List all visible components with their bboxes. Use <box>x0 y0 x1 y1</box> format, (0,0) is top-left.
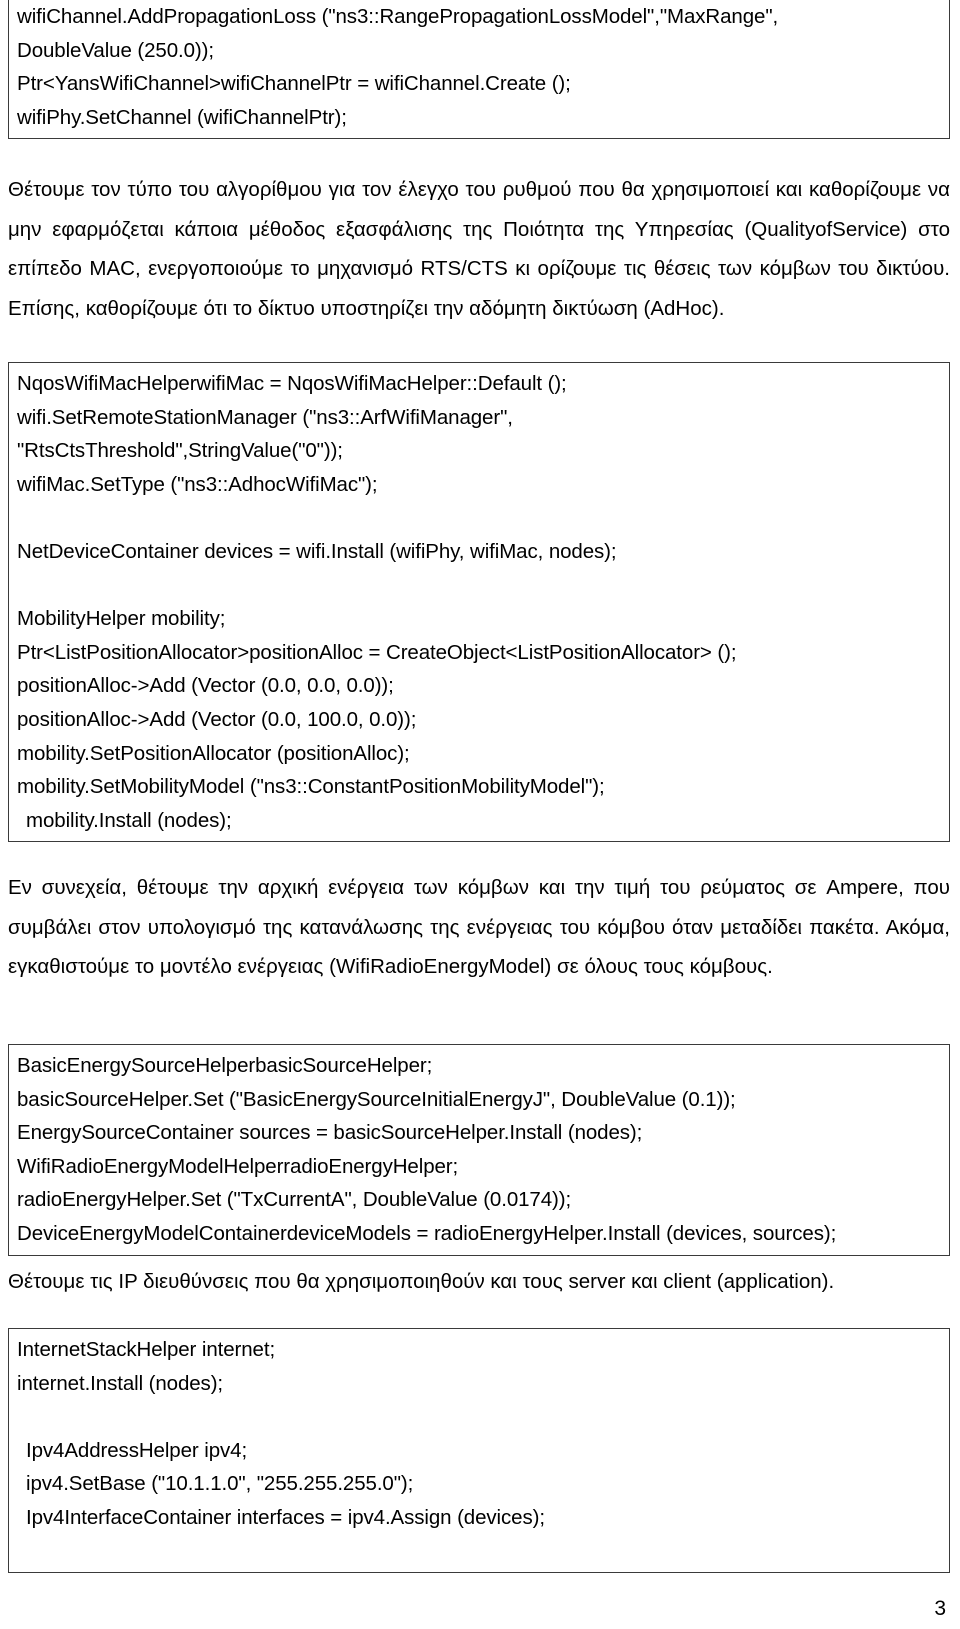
code-line: mobility.SetMobilityModel ("ns3::Constan… <box>17 775 605 799</box>
code-line: basicSourceHelper.Set ("BasicEnergySourc… <box>17 1087 736 1111</box>
code-line: ipv4.SetBase ("10.1.1.0", "255.255.255.0… <box>26 1472 414 1496</box>
code-line: WifiRadioEnergyModelHelperradioEnergyHel… <box>17 1154 459 1178</box>
code-line: wifi.SetRemoteStationManager ("ns3::ArfW… <box>17 405 513 429</box>
code-line: positionAlloc->Add (Vector (0.0, 100.0, … <box>17 707 417 731</box>
code-line: Ptr<ListPositionAllocator>positionAlloc … <box>17 640 737 664</box>
code-line: NetDeviceContainer devices = wifi.Instal… <box>17 539 617 563</box>
code-line: internet.Install (nodes); <box>17 1371 224 1395</box>
code-line: wifiChannel.AddPropagationLoss ("ns3::Ra… <box>17 5 779 28</box>
code-line: Ipv4InterfaceContainer interfaces = ipv4… <box>26 1505 545 1529</box>
code-line: DeviceEnergyModelContainerdeviceModels =… <box>17 1221 837 1245</box>
code-line: EnergySourceContainer sources = basicSou… <box>17 1121 643 1145</box>
code-line: InternetStackHelper internet; <box>17 1338 276 1361</box>
paragraph-mac-configuration: Θέτουμε τον τύπο του αλγορίθμου για τον … <box>8 178 950 320</box>
code-block-internet-ipv4: InternetStackHelper internet; internet.In… <box>8 1328 950 1574</box>
code-line: wifiMac.SetType ("ns3::AdhocWifiMac"); <box>17 472 378 496</box>
code-line: Ipv4AddressHelper ipv4; <box>26 1438 248 1462</box>
code-line: "RtsCtsThreshold",StringValue("0")); <box>17 439 343 463</box>
code-line: NqosWifiMacHelperwifiMac = NqosWifiMacHe… <box>17 372 567 395</box>
code-line: radioEnergyHelper.Set ("TxCurrentA", Dou… <box>17 1188 572 1212</box>
code-block-mac-mobility: NqosWifiMacHelperwifiMac = NqosWifiMacHe… <box>8 362 950 843</box>
paragraph-ip-addresses: Θέτουμε τις IP διευθύνσεις που θα χρησιμ… <box>8 1270 835 1293</box>
code-line: wifiPhy.SetChannel (wifiChannelPtr); <box>17 105 347 129</box>
code-block-energy-sources: BasicEnergySourceHelperbasicSourceHelper… <box>8 1044 950 1256</box>
code-block-wifi-channel: wifiChannel.AddPropagationLoss ("ns3::Ra… <box>8 0 950 140</box>
code-line: mobility.Install (nodes); <box>26 808 232 832</box>
code-line: DoubleValue (250.0)); <box>17 38 214 62</box>
code-line: MobilityHelper mobility; <box>17 607 226 631</box>
page-number: 3 <box>934 1597 946 1620</box>
code-line: mobility.SetPositionAllocator (positionA… <box>17 741 410 765</box>
paragraph-energy-model: Εν συνεχεία, θέτουμε την αρχική ενέργεια… <box>8 876 950 978</box>
code-line: BasicEnergySourceHelperbasicSourceHelper… <box>17 1054 433 1077</box>
code-line: positionAlloc->Add (Vector (0.0, 0.0, 0.… <box>17 674 394 698</box>
code-line: Ptr<YansWifiChannel>wifiChannelPtr = wif… <box>17 72 571 96</box>
document-page: wifiChannel.AddPropagationLoss ("ns3::Ra… <box>0 0 960 1629</box>
